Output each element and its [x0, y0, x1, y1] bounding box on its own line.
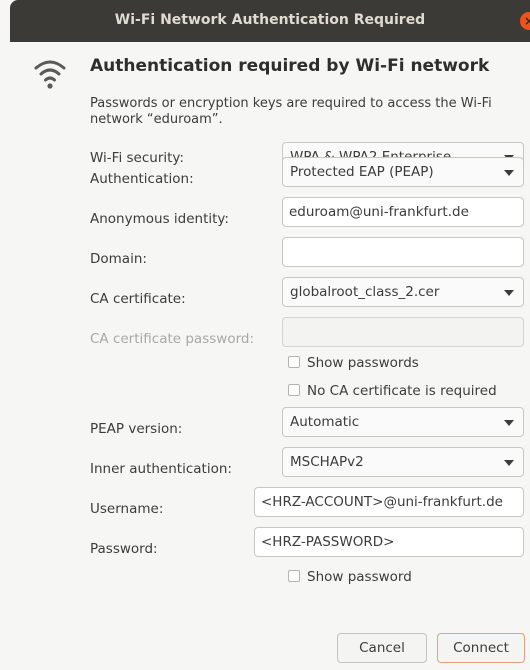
cancel-button[interactable]: Cancel	[337, 633, 427, 663]
checkbox-icon	[288, 356, 300, 368]
authentication-label: Authentication:	[90, 171, 194, 187]
password-input[interactable]: <HRZ-PASSWORD>	[254, 527, 524, 557]
ca-certificate-label: CA certificate:	[90, 291, 186, 307]
peap-version-label: PEAP version:	[90, 421, 183, 437]
anonymous-identity-input[interactable]: eduroam@uni-frankfurt.de	[282, 197, 524, 227]
username-label: Username:	[90, 501, 164, 517]
connect-button[interactable]: Connect	[437, 633, 525, 663]
no-ca-required-label: No CA certificate is required	[307, 383, 497, 399]
no-ca-required-checkbox[interactable]: No CA certificate is required	[288, 383, 497, 399]
checkbox-icon	[288, 570, 300, 582]
chevron-down-icon	[504, 460, 514, 466]
chevron-down-icon	[504, 290, 514, 296]
show-passwords-checkbox[interactable]: Show passwords	[288, 355, 419, 371]
wifi-security-label: Wi-Fi security:	[90, 150, 184, 166]
domain-input[interactable]	[282, 237, 524, 267]
dialog-description: Passwords or encryption keys are require…	[90, 96, 492, 127]
ca-certificate-value: globalroot_class_2.cer	[290, 284, 440, 300]
ca-certificate-chooser[interactable]: globalroot_class_2.cer	[282, 277, 524, 307]
inner-authentication-dropdown[interactable]: MSCHAPv2	[282, 447, 524, 477]
inner-authentication-label: Inner authentication:	[90, 461, 232, 477]
ca-certificate-password-input	[282, 317, 524, 347]
chevron-down-icon	[504, 170, 514, 176]
wifi-icon	[34, 60, 66, 89]
dialog-heading: Authentication required by Wi-Fi network	[90, 56, 490, 76]
ca-certificate-password-label: CA certificate password:	[90, 331, 255, 347]
show-password-checkbox[interactable]: Show password	[288, 569, 412, 585]
chevron-down-icon	[504, 420, 514, 426]
inner-authentication-value: MSCHAPv2	[290, 454, 364, 470]
domain-label: Domain:	[90, 251, 147, 267]
title-bar[interactable]: Wi-Fi Network Authentication Required ×	[10, 0, 530, 42]
show-passwords-label: Show passwords	[307, 355, 419, 371]
show-password-label: Show password	[307, 569, 412, 585]
password-label: Password:	[90, 541, 158, 557]
authentication-dropdown[interactable]: Protected EAP (PEAP)	[282, 157, 524, 187]
authentication-value: Protected EAP (PEAP)	[290, 164, 434, 180]
username-input[interactable]: <HRZ-ACCOUNT>@uni-frankfurt.de	[254, 487, 524, 517]
peap-version-value: Automatic	[290, 414, 360, 430]
window-title: Wi-Fi Network Authentication Required	[114, 12, 426, 28]
peap-version-dropdown[interactable]: Automatic	[282, 407, 524, 437]
anonymous-identity-label: Anonymous identity:	[90, 211, 229, 227]
checkbox-icon	[288, 384, 300, 396]
